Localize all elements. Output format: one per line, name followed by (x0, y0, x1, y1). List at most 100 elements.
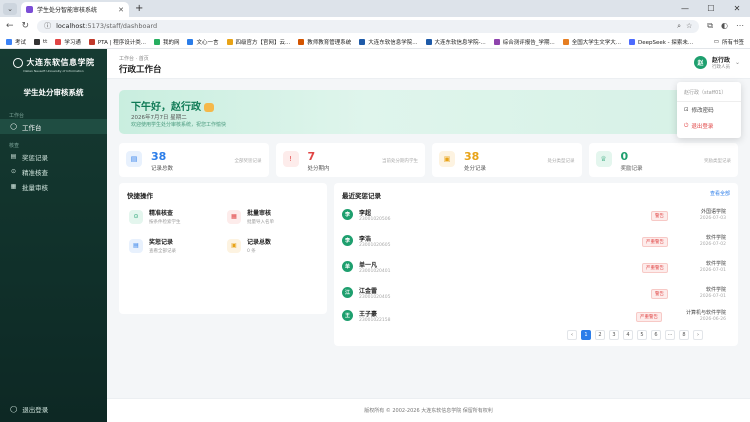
quick-action-total[interactable]: ▣ 记录总数 0 条 (227, 235, 321, 256)
list-item[interactable]: 江 江金雷 23001020405 警告 软件学院 2026-07-01 (342, 282, 730, 304)
all-bookmarks[interactable]: ▭ 所有书签 (714, 38, 744, 46)
page-button[interactable]: 2 (595, 330, 605, 340)
quick-action-batch-review[interactable]: ▦ 批量审核 批量导入名单 (227, 206, 321, 227)
quick-action-records[interactable]: ▤ 奖惩记录 查看全部记录 (129, 235, 223, 256)
sidebar-logout[interactable]: ◯ 退出登录 (10, 404, 48, 414)
quick-action-precise-check[interactable]: ⊙ 精准核查 按条件检索学生 (129, 206, 223, 227)
bookmark-star-icon[interactable]: ☆ (686, 22, 692, 30)
card-title: 最近奖惩记录 (342, 192, 381, 200)
address-bar-row: ← ↻ ⓘ localhost:5173/staff/dashboard ⌕ ☆… (0, 17, 750, 35)
sidebar-item-label: 精准核查 (22, 168, 48, 177)
record-id: 23001020506 (359, 217, 391, 222)
main-content: 工作台 · 首页 行政工作台 赵 赵行政 行政人员 ⌄ 赵行政（staff01）… (107, 49, 750, 422)
records-icon: ▤ (126, 151, 142, 167)
sidebar-item-precise-check[interactable]: ⊙ 精准核查 (0, 164, 107, 179)
page-footer: 版权所有 © 2002-2026 大连东软信息学院 保留所有权利 (107, 398, 750, 422)
sidebar-item-label: 批量审核 (22, 183, 48, 192)
bookmark-item[interactable]: 大连东软信息学院-... (425, 38, 486, 46)
stat-hint: 处分类型记录 (547, 159, 575, 164)
stat-card-total[interactable]: ▤ 38 记录总数 全部奖惩记录 (119, 143, 269, 177)
user-menu-trigger[interactable]: 赵 赵行政 行政人员 ⌄ (693, 55, 740, 70)
profile-icon[interactable]: ◐ (721, 21, 728, 31)
list-item[interactable]: 李 李超 23001020506 警告 外国语学院 2026-07-03 (342, 204, 730, 226)
greeting-subtitle: 欢迎使用学生处分审核系统，祝您工作愉快 (131, 122, 227, 128)
prev-page-button[interactable]: ‹ (567, 330, 577, 340)
search-icon: ⊙ (129, 209, 143, 224)
sidebar-item-dashboard[interactable]: ◯ 工作台 (0, 119, 107, 134)
new-tab-icon[interactable]: + (135, 3, 143, 14)
reload-icon[interactable]: ↻ (22, 21, 30, 31)
bookmark-item[interactable]: 四级官方【官网】云... (226, 38, 290, 46)
page-title: 行政工作台 (119, 65, 162, 75)
record-id: 23001020405 (359, 295, 391, 300)
page-button[interactable]: 4 (623, 330, 633, 340)
bookmark-item[interactable]: 我的网 (153, 38, 179, 46)
translate-icon[interactable]: ⌕ (677, 22, 681, 31)
tab-close-icon[interactable]: ✕ (118, 6, 124, 14)
next-page-button[interactable]: › (693, 330, 703, 340)
sidebar-item-records[interactable]: ▤ 奖惩记录 (0, 149, 107, 164)
list-item[interactable]: 单 单一凡 23001020401 严重警告 软件学院 2026-07-01 (342, 256, 730, 278)
bookmark-item[interactable]: 全国大学生文学大... (562, 38, 621, 46)
menu-group-label: 核查 (9, 143, 20, 149)
bookmark-item[interactable]: 综合测评报告_学期... (493, 38, 555, 46)
url-path: :5173/staff/dashboard (85, 22, 158, 30)
pagination: ‹ 1 2 3 4 5 6 ··· 8 › (567, 330, 703, 340)
record-name: 单一凡 (359, 262, 378, 269)
status-badge: 严重警告 (636, 312, 662, 322)
record-date: 2026-06-26 (699, 317, 726, 322)
minimize-icon[interactable]: — (672, 4, 698, 13)
page-button[interactable]: 8 (679, 330, 689, 340)
browser-tab[interactable]: 学生处分智能审核系统 ✕ (21, 2, 129, 17)
list-item[interactable]: 李 李浩 23001020605 严重警告 软件学院 2026-07-02 (342, 230, 730, 252)
stat-card-active[interactable]: ! 7 处分期内 当前处分期内学生 (275, 143, 425, 177)
alert-icon: ! (282, 151, 299, 167)
page-button[interactable]: 3 (609, 330, 619, 340)
url-text: localhost:5173/staff/dashboard (56, 22, 672, 30)
tab-list-icon[interactable]: ⌄ (3, 2, 17, 15)
sidebar-item-label: 工作台 (22, 123, 42, 132)
page-button[interactable]: 1 (581, 330, 591, 340)
breadcrumb: 工作台 · 首页 (119, 56, 149, 62)
box-icon: ▣ (227, 238, 241, 253)
stat-value: 38 (464, 150, 480, 163)
stat-value: 7 (307, 150, 316, 163)
stat-label: 处分记录 (464, 166, 487, 172)
page-button[interactable]: 5 (637, 330, 647, 340)
close-window-icon[interactable]: ✕ (724, 4, 750, 13)
bookmarks-bar: 考试 tt 学习通 PTA | 程序设计类... 我的网 文心一言 四级官方【官… (0, 35, 750, 49)
file-icon: ▣ (439, 151, 455, 167)
bookmark-item[interactable]: DeepSeek - 探索未... (629, 38, 693, 46)
crest-icon (12, 57, 23, 68)
page-button[interactable]: 6 (651, 330, 661, 340)
bookmark-item[interactable]: 教师教育管理系统 (298, 38, 351, 46)
page-ellipsis[interactable]: ··· (665, 330, 675, 340)
record-id: 23001020401 (359, 269, 391, 274)
bookmark-item[interactable]: 考试 (6, 38, 26, 46)
bookmark-item[interactable]: tt (34, 38, 47, 45)
list-item[interactable]: 王 王子豪 23001022158 严重警告 计算机与软件学院 2026-06-… (342, 305, 730, 327)
change-password-item[interactable]: ⊡ 修改密码 (677, 102, 741, 118)
view-all-link[interactable]: 查看全部 (710, 190, 730, 197)
logout-icon: ◯ (10, 405, 18, 413)
stat-hint: 当前处分期内学生 (382, 159, 418, 164)
bookmark-item[interactable]: 大连东软信息学院... (359, 38, 418, 46)
stat-card-punishment[interactable]: ▣ 38 处分记录 处分类型记录 (432, 143, 582, 177)
bookmark-item[interactable]: PTA | 程序设计类... (88, 38, 146, 46)
site-info-icon[interactable]: ⓘ (44, 21, 51, 31)
search-icon: ⊙ (10, 168, 17, 175)
grid-icon: ▦ (227, 209, 241, 224)
record-dept: 计算机与软件学院 (685, 310, 726, 316)
browser-menu-icon[interactable]: ⋯ (736, 21, 744, 31)
record-name: 江金雷 (359, 288, 378, 295)
bookmark-item[interactable]: 文心一言 (187, 38, 219, 46)
record-dept: 软件学院 (705, 235, 726, 241)
sidebar-item-batch-review[interactable]: ▦ 批量审核 (0, 179, 107, 194)
stat-card-reward[interactable]: ♕ 0 奖励记录 奖励类型记录 (588, 143, 738, 177)
maximize-icon[interactable]: ☐ (698, 4, 724, 13)
logout-item[interactable]: ⏻ 退出登录 (677, 118, 741, 134)
bookmark-item[interactable]: 学习通 (55, 38, 81, 46)
extensions-icon[interactable]: ⧉ (707, 21, 713, 31)
url-field[interactable]: ⓘ localhost:5173/staff/dashboard ⌕ ☆ (37, 19, 700, 33)
back-icon[interactable]: ← (6, 21, 14, 31)
